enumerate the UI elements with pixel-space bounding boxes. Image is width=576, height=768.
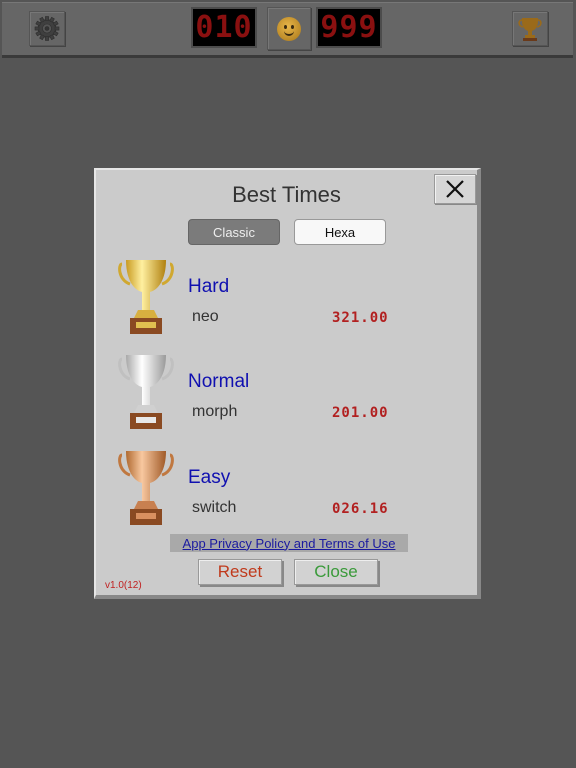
best-times-button[interactable] [512,11,548,46]
privacy-link-bar: App Privacy Policy and Terms of Use [170,534,408,552]
level-label: Normal [188,371,250,392]
level-label: Hard [188,276,230,297]
record-row-hard: Hard neo 321.00 [96,258,477,338]
silver-trophy-icon [118,355,174,429]
gear-icon [34,16,60,41]
level-label: Easy [188,467,231,488]
privacy-policy-link[interactable]: App Privacy Policy and Terms of Use [183,536,396,551]
tab-classic[interactable]: Classic [188,219,280,245]
record-row-normal: Normal morph 201.00 [96,353,477,433]
smiley-face-icon [277,16,301,41]
best-time: 201.00 [332,405,389,421]
timer-counter-value: 999 [320,9,378,45]
dialog-title: Best Times [232,182,341,207]
new-game-face-button[interactable] [267,7,311,50]
player-name: morph [192,403,238,420]
version-label: v1.0(12) [105,580,142,591]
settings-button[interactable] [29,11,65,46]
close-x-icon [446,180,464,198]
close-dialog-button[interactable] [434,174,476,204]
close-button[interactable]: Close [294,559,378,585]
best-times-dialog: Best Times Classic Hexa Hard neo 321.00 [94,168,481,599]
tab-hexa[interactable]: Hexa [294,219,386,245]
reset-button[interactable]: Reset [198,559,282,585]
trophy-icon [518,18,542,41]
player-name: switch [192,499,237,516]
mine-counter: 010 [191,7,257,48]
player-name: neo [192,308,219,325]
mine-counter-value: 010 [195,9,253,45]
record-row-easy: Easy switch 026.16 [96,449,477,529]
best-time: 026.16 [332,501,389,517]
gold-trophy-icon [118,260,174,334]
bronze-trophy-icon [118,451,174,525]
timer-counter: 999 [316,7,382,48]
best-time: 321.00 [332,310,389,326]
